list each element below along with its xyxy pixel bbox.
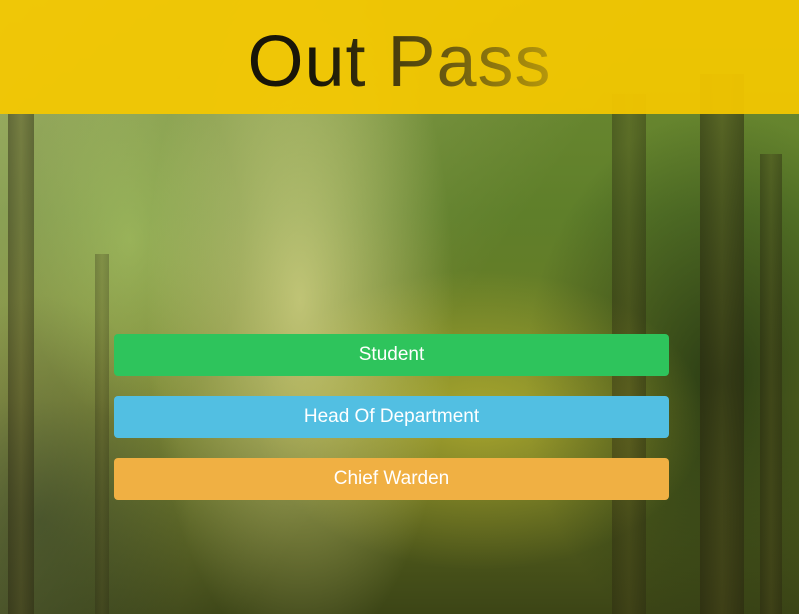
tree-trunk [700,74,744,614]
login-page: Out Pass Student Head Of Department Chie… [0,0,799,614]
chief-warden-button[interactable]: Chief Warden [114,458,669,500]
tree-trunk [8,114,34,614]
head-of-department-button[interactable]: Head Of Department [114,396,669,438]
tree-trunk [95,254,109,614]
page-header: Out Pass [0,0,799,114]
tree-trunk [760,154,782,614]
student-button[interactable]: Student [114,334,669,376]
page-title: Out Pass [0,0,799,114]
role-selection: Student Head Of Department Chief Warden [114,334,669,520]
